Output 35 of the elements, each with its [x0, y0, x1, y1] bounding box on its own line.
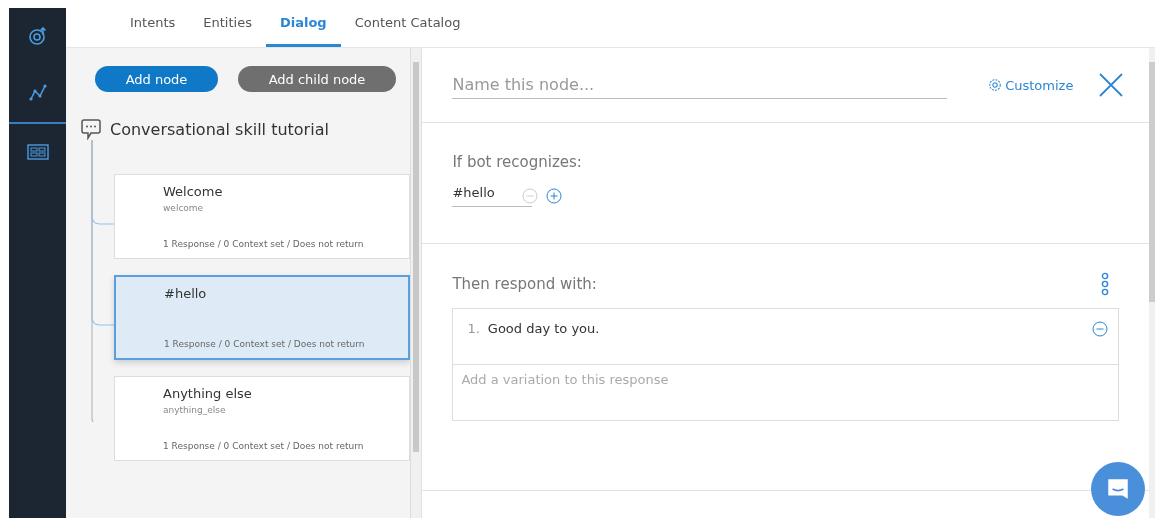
dialog-node-card[interactable]: #hello 1 Response / 0 Context set / Does not return	[114, 275, 410, 360]
node-title: #hello	[164, 286, 208, 301]
chat-button[interactable]	[1091, 462, 1146, 516]
condition-field[interactable]: #hello	[452, 185, 533, 207]
dialog-title: Conversational skill tutorial	[110, 119, 329, 139]
overflow-menu-icon[interactable]	[1101, 272, 1110, 296]
dialog-node-card[interactable]: Welcome welcome 1 Response / 0 Context set / Does not return	[114, 174, 410, 259]
variation-field[interactable]: Add a variation to this response	[452, 364, 1120, 421]
add-node-button[interactable]: Add node	[95, 66, 218, 92]
grid-panel-icon[interactable]	[26, 144, 49, 160]
close-icon[interactable]	[1099, 73, 1124, 97]
condition-label: If bot recognizes:	[452, 153, 583, 171]
response-text[interactable]: Good day to you.	[487, 321, 600, 336]
chat-bubble-icon	[80, 118, 102, 140]
node-condition: anything_else	[163, 405, 227, 415]
node-title: Anything else	[163, 386, 253, 401]
settings-icon	[988, 78, 1003, 92]
add-child-node-button[interactable]: Add child node	[238, 66, 396, 92]
node-summary: 1 Response / 0 Context set / Does not return	[163, 239, 365, 249]
response-number: 1.	[467, 321, 480, 336]
node-condition: welcome	[163, 203, 205, 213]
tab[interactable]: Intents	[116, 0, 190, 47]
node-summary: 1 Response / 0 Context set / Does not return	[164, 339, 366, 349]
remove-icon[interactable]	[1092, 321, 1109, 337]
scrollbar[interactable]	[1149, 48, 1155, 518]
customize-link[interactable]: Customize	[988, 77, 1074, 93]
response-label: Then respond with:	[452, 275, 597, 293]
line-chart-icon[interactable]	[27, 82, 48, 102]
node-summary: 1 Response / 0 Context set / Does not return	[163, 441, 365, 451]
node-title: Welcome	[163, 184, 224, 199]
tab[interactable]: Content Catalog	[340, 0, 475, 47]
scrollbar[interactable]	[410, 48, 422, 518]
dialog-node-card[interactable]: Anything else anything_else 1 Response / 0 Context set / Does not return	[114, 376, 410, 461]
tab[interactable]: Entities	[189, 0, 266, 47]
add-icon[interactable]	[546, 188, 563, 204]
